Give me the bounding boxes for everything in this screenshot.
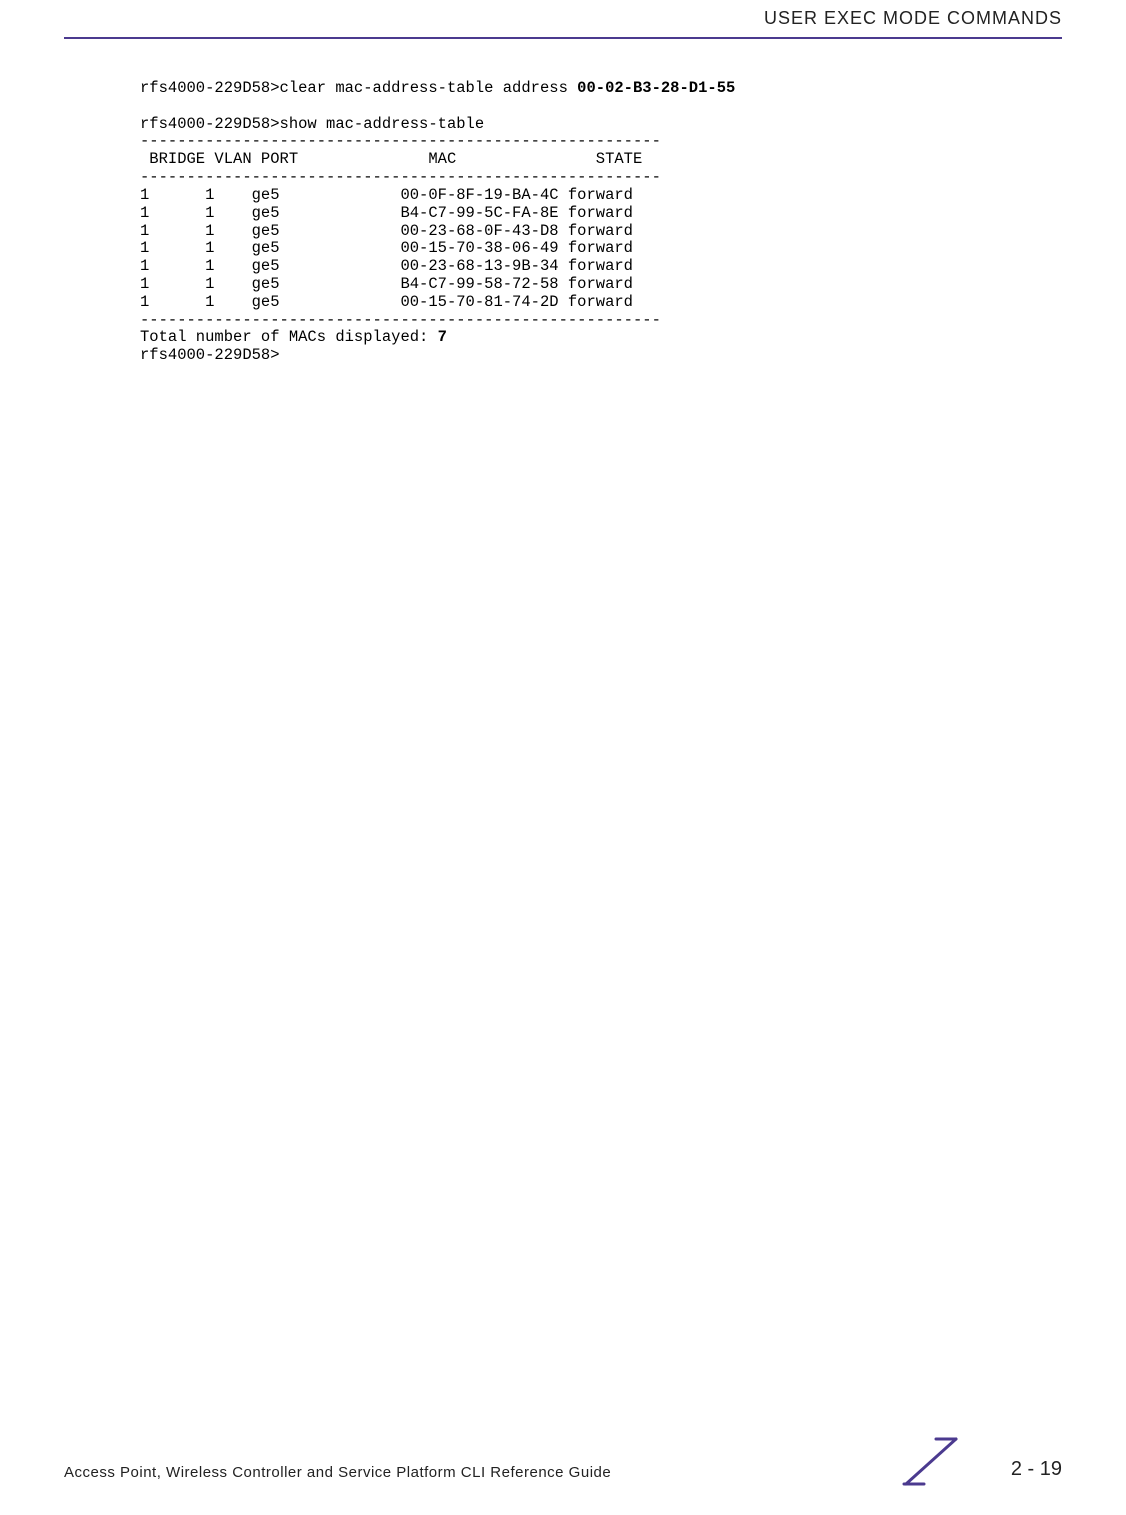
footer-text: Access Point, Wireless Controller and Se… bbox=[64, 1464, 611, 1481]
page-header: USER EXEC MODE COMMANDS bbox=[0, 0, 1126, 39]
terminal-output: rfs4000-229D58>clear mac-address-table a… bbox=[140, 80, 1062, 365]
header-title: USER EXEC MODE COMMANDS bbox=[64, 8, 1062, 35]
page-number: 2 - 19 bbox=[1011, 1458, 1062, 1481]
main-content: rfs4000-229D58>clear mac-address-table a… bbox=[140, 80, 1062, 365]
page: USER EXEC MODE COMMANDS rfs4000-229D58>c… bbox=[0, 0, 1126, 1515]
page-footer: Access Point, Wireless Controller and Se… bbox=[0, 1427, 1126, 1487]
header-rule bbox=[64, 37, 1062, 39]
footer-slash-icon bbox=[886, 1434, 976, 1489]
